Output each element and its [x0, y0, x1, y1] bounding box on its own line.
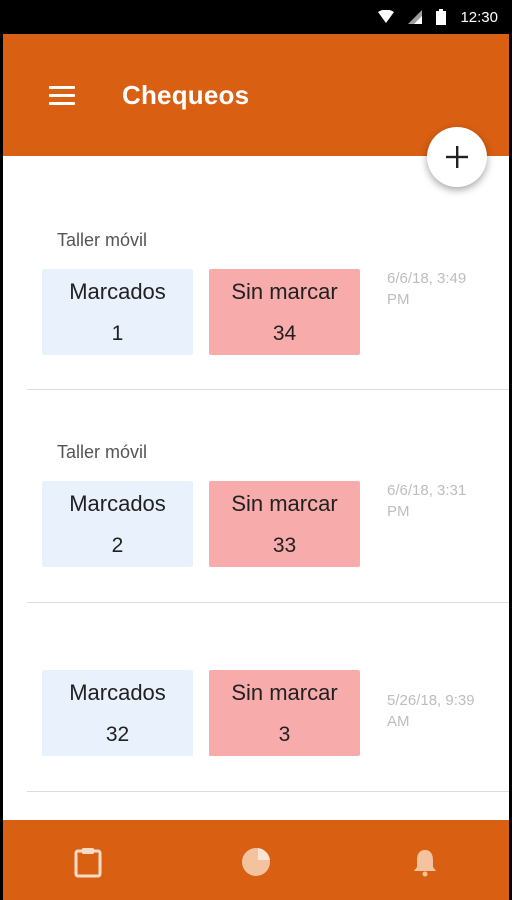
bell-icon — [414, 850, 436, 877]
marked-label: Marcados — [69, 279, 166, 304]
status-time: 12:30 — [460, 8, 498, 26]
menu-icon[interactable] — [47, 84, 79, 108]
marked-box[interactable]: Marcados 2 — [42, 481, 193, 567]
marked-label: Marcados — [69, 680, 166, 705]
list-item[interactable]: Taller móvil Marcados 1 Sin marcar 34 6/… — [3, 156, 509, 390]
wifi-icon — [378, 10, 395, 24]
list-item[interactable]: Marcados 32 Sin marcar 3 5/26/18, 9:39 A… — [3, 602, 509, 790]
card-title: Taller móvil — [57, 230, 148, 250]
status-bar: 12:30 — [0, 0, 512, 34]
nav-stats[interactable] — [238, 844, 274, 880]
unmarked-count: 33 — [272, 534, 297, 557]
add-icon — [446, 146, 468, 168]
nav-notifications[interactable] — [407, 844, 443, 880]
unmarked-box[interactable]: Sin marcar 3 — [209, 670, 360, 756]
unmarked-count: 34 — [272, 322, 297, 345]
unmarked-box[interactable]: Sin marcar 34 — [209, 269, 360, 355]
unmarked-count: 3 — [278, 723, 291, 746]
marked-label: Marcados — [69, 491, 166, 516]
marked-count: 2 — [111, 534, 124, 557]
card-title: Taller móvil — [57, 442, 148, 462]
list-item[interactable]: Taller móvil Marcados 2 Sin marcar 33 6/… — [3, 390, 509, 602]
battery-icon — [436, 9, 447, 25]
card-date: 6/6/18, 3:31 PM — [387, 482, 467, 520]
divider — [27, 791, 509, 792]
nav-checks[interactable] — [70, 844, 106, 880]
marked-box[interactable]: Marcados 32 — [42, 670, 193, 756]
marked-count: 1 — [111, 322, 124, 345]
page-title: Chequeos — [122, 80, 250, 110]
marked-box[interactable]: Marcados 1 — [42, 269, 193, 355]
unmarked-label: Sin marcar — [231, 491, 338, 516]
clipboard-icon — [74, 848, 102, 878]
unmarked-label: Sin marcar — [231, 680, 338, 705]
unmarked-label: Sin marcar — [231, 279, 338, 304]
checks-list: Taller móvil Marcados 1 Sin marcar 34 6/… — [3, 156, 509, 820]
marked-count: 32 — [105, 723, 130, 746]
card-date: 5/26/18, 9:39 AM — [387, 692, 475, 730]
unmarked-box[interactable]: Sin marcar 33 — [209, 481, 360, 567]
bottom-nav — [3, 820, 509, 900]
add-button[interactable] — [427, 127, 487, 187]
card-date: 6/6/18, 3:49 PM — [387, 270, 467, 308]
pie-chart-icon — [242, 848, 270, 876]
signal-icon — [408, 10, 423, 24]
